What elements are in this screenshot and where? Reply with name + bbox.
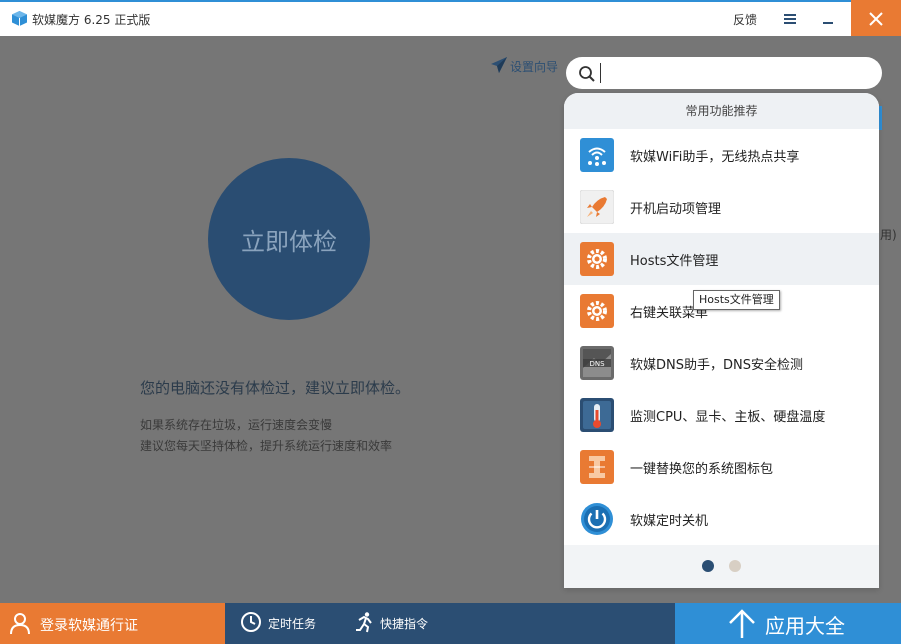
running-man-icon: [356, 612, 372, 633]
list-item-label: 软媒DNS助手，DNS安全检测: [630, 358, 803, 373]
svg-text:DNS: DNS: [589, 360, 605, 368]
paper-plane-icon: [491, 57, 507, 73]
wifi-share-icon: [580, 138, 614, 172]
scheduled-tasks-button[interactable]: 定时任务: [238, 603, 338, 644]
close-icon: [869, 12, 883, 26]
search-input[interactable]: [600, 63, 870, 83]
app-title: 软媒魔方 6.25 正式版: [32, 13, 151, 27]
list-item-icon-pack[interactable]: 一键替换您的系统图标包: [564, 441, 879, 493]
start-check-label: 立即体检: [241, 227, 337, 256]
login-label: 登录软媒通行证: [40, 618, 138, 634]
setup-wizard-label: 设置向导: [510, 60, 559, 74]
check-hint-1: 如果系统存在垃圾，运行速度会变慢: [140, 418, 333, 432]
recommend-dropdown: 常用功能推荐 软媒WiFi助手，无线热点共享 开机启动项管理 Hosts文件管理…: [564, 93, 879, 588]
icon-pack-icon: [580, 450, 614, 484]
quick-commands-label: 快捷指令: [380, 617, 429, 631]
app-store-label: 应用大全: [765, 614, 845, 638]
page-dot-2[interactable]: [729, 560, 741, 572]
list-item-startup[interactable]: 开机启动项管理: [564, 181, 879, 233]
list-item-temperature[interactable]: 监测CPU、显卡、主板、硬盘温度: [564, 389, 879, 441]
page-dot-1[interactable]: [702, 560, 714, 572]
menu-icon[interactable]: [780, 10, 800, 28]
minimize-icon[interactable]: [818, 10, 838, 28]
list-item-label: 开机启动项管理: [630, 202, 722, 217]
bottom-bar: 登录软媒通行证 定时任务 快捷指令 应用大全: [0, 603, 901, 644]
tooltip: Hosts文件管理: [693, 290, 780, 310]
recommend-list: 软媒WiFi助手，无线热点共享 开机启动项管理 Hosts文件管理 右键关联菜单…: [564, 129, 879, 545]
dropdown-header: 常用功能推荐: [564, 93, 879, 129]
dns-icon: DNS: [580, 346, 614, 380]
clock-icon: [241, 612, 261, 632]
clipped-text: 用): [880, 228, 897, 242]
title-bar: 软媒魔方 6.25 正式版 反馈: [0, 0, 901, 38]
page-indicator: [564, 545, 879, 585]
feedback-link[interactable]: 反馈: [733, 11, 757, 28]
list-item-label: 一键替换您的系统图标包: [630, 462, 774, 477]
list-item-label: 软媒WiFi助手，无线热点共享: [630, 150, 800, 165]
check-status-message: 您的电脑还没有体检过，建议立即体检。: [140, 379, 411, 397]
rocket-icon: [580, 190, 614, 224]
list-item-label: 监测CPU、显卡、主板、硬盘温度: [630, 410, 826, 425]
app-logo-icon: [12, 11, 27, 26]
list-item-label: 软媒定时关机: [630, 514, 709, 529]
list-item-hosts[interactable]: Hosts文件管理: [564, 233, 879, 285]
search-icon: [579, 66, 595, 82]
power-icon: [581, 503, 613, 535]
list-item-dns[interactable]: DNS 软媒DNS助手，DNS安全检测: [564, 337, 879, 389]
start-check-button[interactable]: 立即体检: [208, 158, 370, 320]
list-item-wifi[interactable]: 软媒WiFi助手，无线热点共享: [564, 129, 879, 181]
thermometer-icon: [580, 398, 614, 432]
gear-icon: [580, 242, 614, 276]
tab-indicator: [879, 106, 882, 130]
arrow-up-icon: [729, 609, 755, 638]
list-item-shutdown[interactable]: 软媒定时关机: [564, 493, 879, 545]
login-button[interactable]: 登录软媒通行证: [0, 603, 225, 644]
gear-icon: [580, 294, 614, 328]
list-item-label: Hosts文件管理: [630, 254, 719, 269]
user-icon: [10, 613, 30, 635]
check-hint-2: 建议您每天坚持体检，提升系统运行速度和效率: [140, 439, 393, 453]
scheduled-tasks-label: 定时任务: [268, 617, 317, 631]
app-store-button[interactable]: 应用大全: [675, 603, 901, 644]
quick-commands-button[interactable]: 快捷指令: [354, 603, 454, 644]
close-button[interactable]: [851, 0, 901, 38]
search-box[interactable]: [566, 57, 882, 89]
